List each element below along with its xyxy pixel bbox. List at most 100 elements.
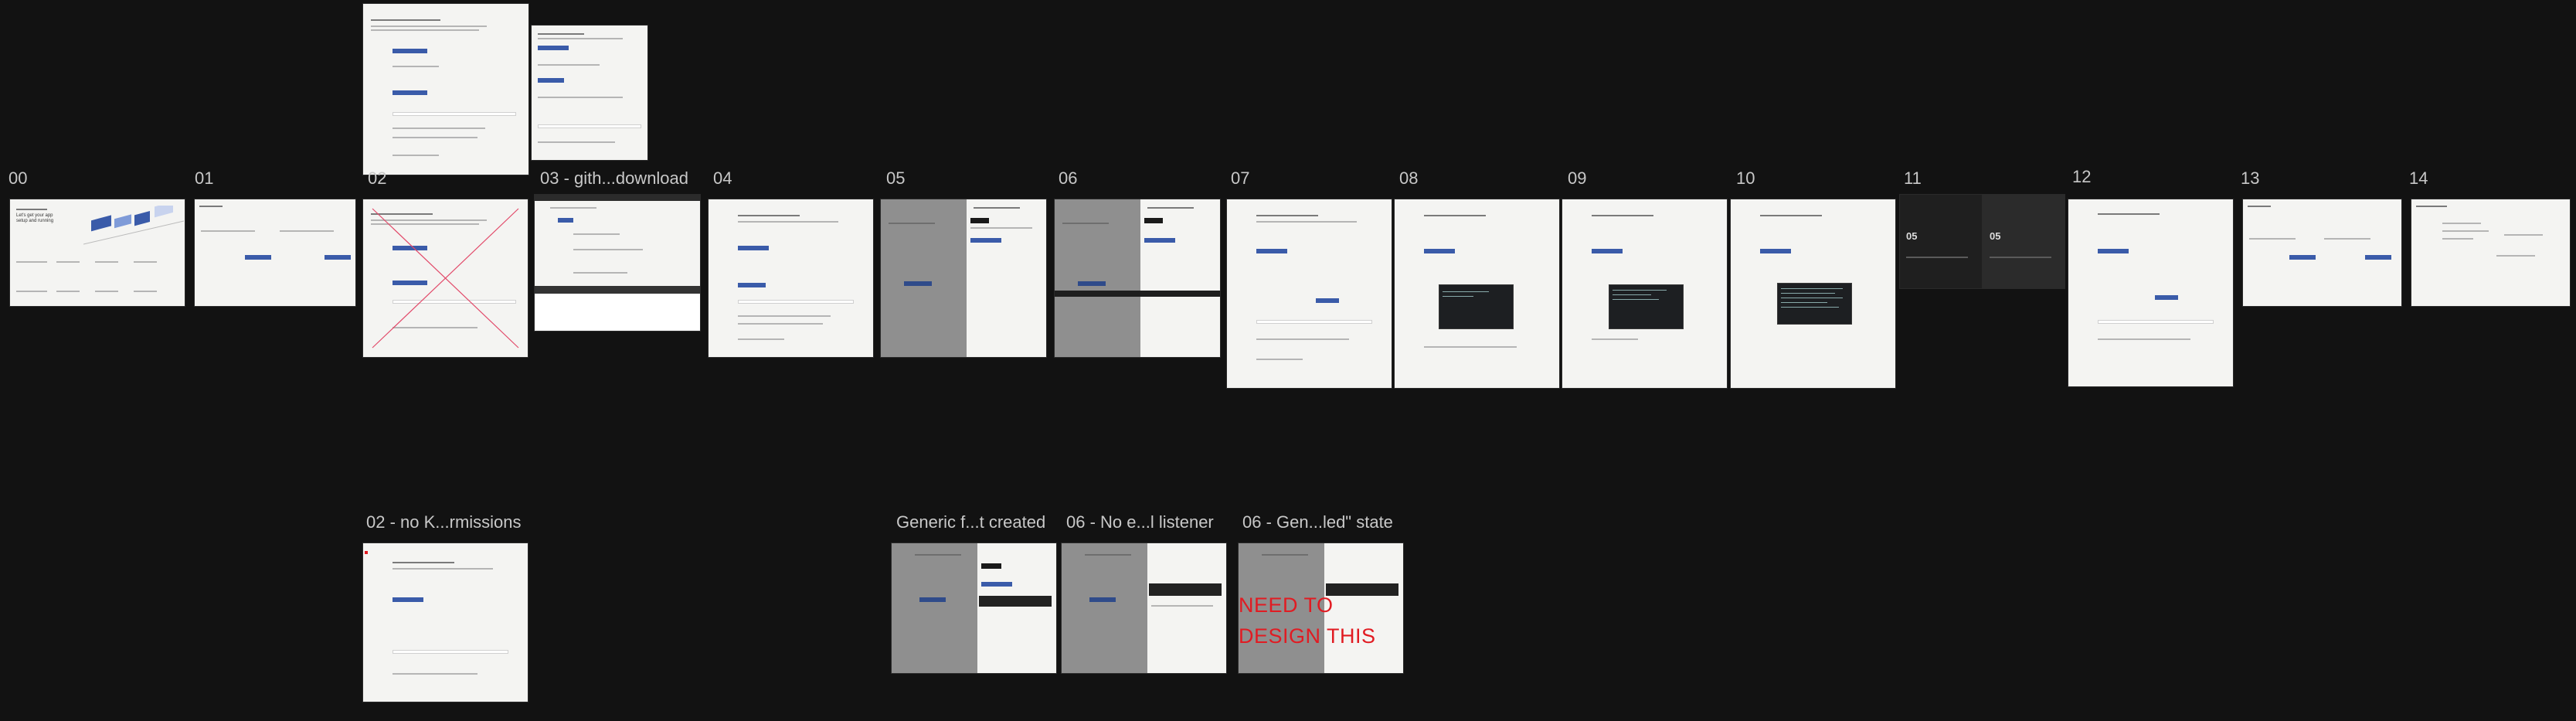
frame-text-line (393, 673, 477, 675)
frame-06[interactable] (1055, 199, 1220, 357)
error-popover (979, 596, 1052, 607)
frame-primary-button[interactable] (738, 283, 766, 287)
frame-text-line (393, 137, 477, 138)
frame-text-line (393, 155, 439, 156)
frame-label: 03 - gith...download (540, 168, 689, 188)
frame-primary-button[interactable] (538, 78, 564, 83)
frame-primary-button[interactable] (2289, 255, 2316, 260)
frame-primary-button[interactable] (1316, 298, 1339, 303)
frame-06-no-listener[interactable] (1062, 543, 1226, 673)
terminal-line (1613, 290, 1667, 291)
frame-primary-button[interactable] (558, 218, 573, 223)
frame-input[interactable] (738, 300, 854, 304)
design-note: NEED TO DESIGN THIS (1239, 593, 1376, 648)
frame-text-line (1256, 221, 1357, 223)
frame-01[interactable] (195, 199, 355, 306)
frame-heading-line (2416, 206, 2447, 207)
frame-primary-button[interactable] (325, 255, 351, 260)
frame-text-line (573, 272, 627, 274)
frame-input[interactable] (393, 112, 516, 116)
frame-label: 06 (1059, 168, 1078, 188)
terminal-window (1439, 284, 1514, 329)
frame-text-line (371, 26, 487, 27)
frame-primary-button[interactable] (2155, 295, 2178, 300)
frame-primary-button[interactable] (393, 49, 427, 53)
frame-06-generic-failed[interactable]: NEED TO DESIGN THIS (1239, 543, 1403, 673)
frame-14[interactable] (2411, 199, 2570, 306)
frame-primary-button[interactable] (1144, 238, 1175, 243)
frame-text-line (738, 338, 784, 340)
frame-08[interactable] (1395, 199, 1559, 388)
frame-text-line (1062, 223, 1109, 224)
frame-primary-button[interactable] (538, 46, 569, 50)
frame-primary-button[interactable] (1424, 249, 1455, 253)
frame-heading-line (1147, 207, 1194, 209)
frame-11[interactable]: 05 05 (1900, 195, 2065, 288)
frame-primary-button[interactable] (1592, 249, 1623, 253)
metric-value: 05 (1906, 230, 1918, 242)
frame-12[interactable] (2068, 199, 2233, 386)
frame-primary-button[interactable] (970, 238, 1001, 243)
frame-text-line (393, 66, 439, 67)
frame-label: 02 (368, 168, 387, 188)
frame-primary-button[interactable] (2098, 249, 2129, 253)
divider-bar (1055, 291, 1220, 297)
frame-text-line (538, 64, 600, 66)
frame-text-line (201, 230, 255, 232)
frame-generic-failure[interactable] (892, 543, 1056, 673)
download-bar (535, 286, 700, 294)
frame-03[interactable] (535, 195, 700, 331)
frame-primary-button[interactable] (245, 255, 271, 260)
frame-heading-line (393, 562, 454, 563)
frame-02-no-permissions[interactable] (363, 543, 528, 702)
frame-heading-line (16, 209, 47, 210)
code-chip (1144, 218, 1163, 223)
frame-label: 10 (1736, 168, 1755, 188)
frame-primary-button[interactable] (981, 582, 1012, 587)
frame-input[interactable] (2098, 320, 2214, 324)
terminal-line (1781, 293, 1835, 294)
frame-label: 11 (1904, 168, 1922, 188)
frame-primary-button[interactable] (393, 597, 423, 602)
frame-primary-button[interactable] (1760, 249, 1791, 253)
frame-text-line (1990, 257, 2051, 258)
frame-03-extra-top[interactable] (532, 26, 647, 160)
frame-label: 00 (8, 168, 28, 188)
frame-primary-button[interactable] (393, 90, 427, 95)
frame-text-line (889, 223, 935, 224)
frame-heading-line (1760, 215, 1822, 216)
frame-primary-button[interactable] (738, 246, 769, 250)
frame-02[interactable] (363, 199, 528, 357)
frame-primary-button[interactable] (1256, 249, 1287, 253)
dimmed-overlay (892, 543, 977, 673)
frame-10[interactable] (1731, 199, 1895, 388)
frame-label: 14 (2409, 168, 2428, 188)
frame-02-extra-top[interactable] (363, 4, 528, 175)
frame-input[interactable] (393, 650, 508, 654)
frame-text-line (2496, 255, 2535, 257)
frame-primary-button[interactable] (1089, 597, 1116, 602)
frame-04[interactable] (709, 199, 873, 357)
terminal-line (1613, 299, 1659, 300)
frame-primary-button[interactable] (919, 597, 946, 602)
frame-text-line (1151, 605, 1213, 607)
frame-input[interactable] (538, 124, 641, 128)
frame-09[interactable] (1562, 199, 1727, 388)
terminal-line (1613, 294, 1651, 295)
frame-input[interactable] (1256, 320, 1372, 324)
frame-primary-button[interactable] (1078, 281, 1106, 286)
dimmed-overlay (881, 199, 967, 357)
frame-label: 08 (1399, 168, 1419, 188)
frame-00[interactable]: Let's get your app setup and running (10, 199, 185, 306)
frame-text-line (2504, 234, 2543, 236)
frame-05[interactable] (881, 199, 1046, 357)
frame-text-line (738, 315, 831, 317)
frame-primary-button[interactable] (2365, 255, 2391, 260)
frame-13[interactable] (2243, 199, 2401, 306)
frame-text-line (1592, 338, 1638, 340)
frame-07[interactable] (1227, 199, 1392, 388)
frame-primary-button[interactable] (904, 281, 932, 286)
frame-text-line (1256, 359, 1303, 360)
error-popover (1149, 583, 1222, 596)
frame-text-line (2442, 238, 2473, 240)
